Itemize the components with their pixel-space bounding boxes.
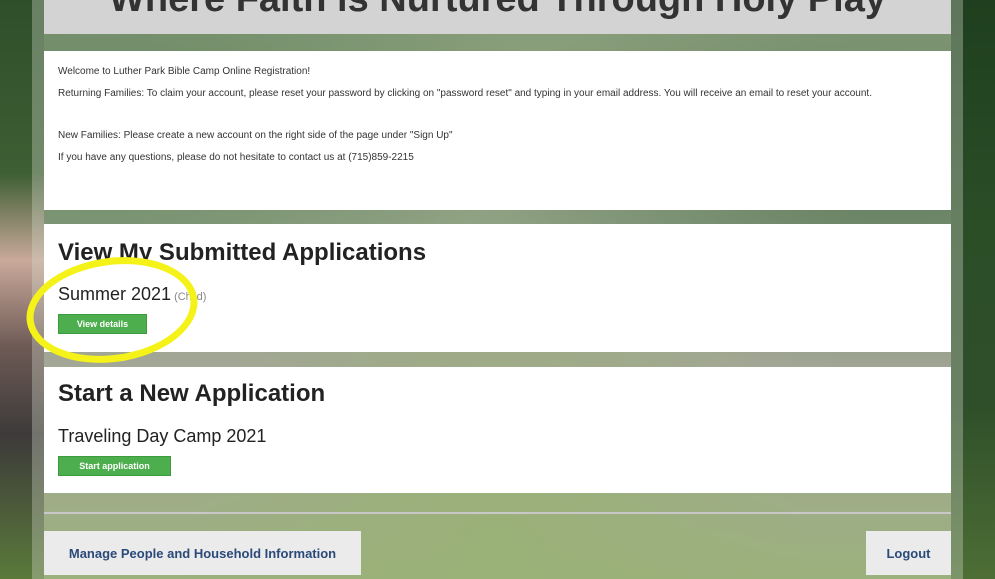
manage-household-button[interactable]: Manage People and Household Information <box>44 531 361 575</box>
contact-text: If you have any questions, please do not… <box>58 152 414 163</box>
start-application-button[interactable]: Start application <box>58 456 171 476</box>
returning-families-text: Returning Families: To claim your accoun… <box>58 88 872 99</box>
welcome-panel: Welcome to Luther Park Bible Camp Online… <box>44 51 951 210</box>
new-application-heading: Start a New Application <box>58 380 326 407</box>
footer-divider <box>44 512 951 514</box>
header-banner: Where Faith is Nurtured Through Holy Pla… <box>44 0 951 34</box>
page-title: Where Faith is Nurtured Through Holy Pla… <box>44 0 951 21</box>
new-application-panel: Start a New Application Traveling Day Ca… <box>44 367 951 493</box>
new-families-text: New Families: Please create a new accoun… <box>58 130 453 141</box>
welcome-message: Welcome to Luther Park Bible Camp Online… <box>58 66 311 77</box>
available-program-name: Traveling Day Camp 2021 <box>58 426 267 446</box>
logout-button[interactable]: Logout <box>866 531 951 575</box>
